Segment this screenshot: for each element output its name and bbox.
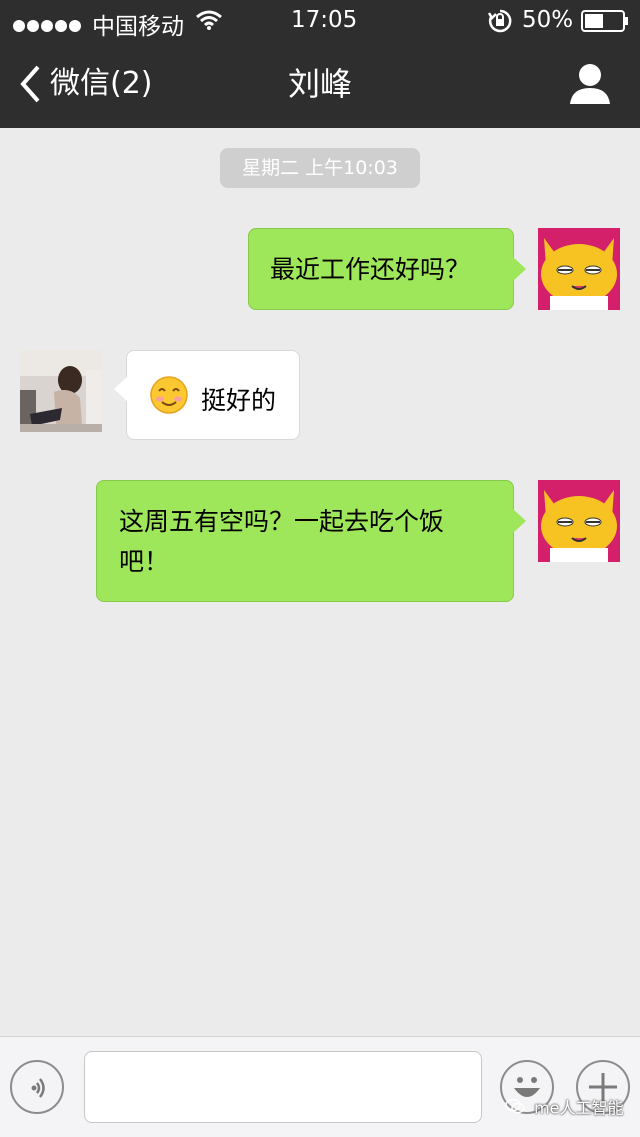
- status-bar: 中国移动 17:05 50%: [0, 0, 640, 40]
- signal-strength-icon: [12, 13, 84, 39]
- wechat-logo-icon: [505, 1097, 525, 1121]
- nav-bar: 微信(2) 刘峰: [0, 40, 640, 128]
- my-avatar[interactable]: [538, 228, 620, 310]
- message-input[interactable]: [84, 1051, 482, 1123]
- wifi-icon: [196, 9, 222, 37]
- message-text: 最近工作还好吗？: [270, 255, 471, 284]
- battery-percent: 50%: [522, 7, 574, 33]
- smile-emoji-icon: [149, 375, 189, 427]
- voice-icon: [24, 1074, 52, 1106]
- message-text: 挺好的: [200, 386, 276, 415]
- chevron-left-icon: [18, 64, 42, 108]
- watermark: me人工智能: [505, 1096, 624, 1120]
- my-avatar[interactable]: [538, 480, 620, 562]
- back-label: 微信(2): [50, 66, 153, 101]
- rotation-lock-icon: [487, 9, 512, 39]
- voice-button[interactable]: [10, 1060, 64, 1114]
- outgoing-message-bubble[interactable]: 这周五有空吗？一起去吃个饭 吧！: [96, 480, 526, 602]
- watermark-text: me人工智能: [534, 1098, 624, 1118]
- incoming-message-bubble[interactable]: 挺好的: [114, 350, 300, 440]
- input-bar: [0, 1036, 640, 1137]
- outgoing-message-bubble[interactable]: 最近工作还好吗？: [248, 228, 526, 310]
- back-button[interactable]: 微信(2): [18, 60, 168, 108]
- message-text-line: 吧！: [119, 547, 170, 576]
- battery-icon: [581, 10, 629, 38]
- chat-title: 刘峰: [287, 65, 352, 103]
- person-icon: [566, 64, 614, 110]
- status-time: 17:05: [291, 7, 358, 33]
- contact-avatar[interactable]: [20, 350, 102, 432]
- chat-area[interactable]: 星期二 上午10:03 最近工作还好吗？ 挺好的 这周五有空吗？一起去吃个饭 吧…: [0, 128, 640, 1036]
- carrier-name: 中国移动: [92, 14, 184, 40]
- timestamp-badge: 星期二 上午10:03: [220, 148, 420, 188]
- message-text-line: 这周五有空吗？一起去吃个饭: [119, 507, 445, 536]
- contact-info-button[interactable]: [566, 62, 614, 106]
